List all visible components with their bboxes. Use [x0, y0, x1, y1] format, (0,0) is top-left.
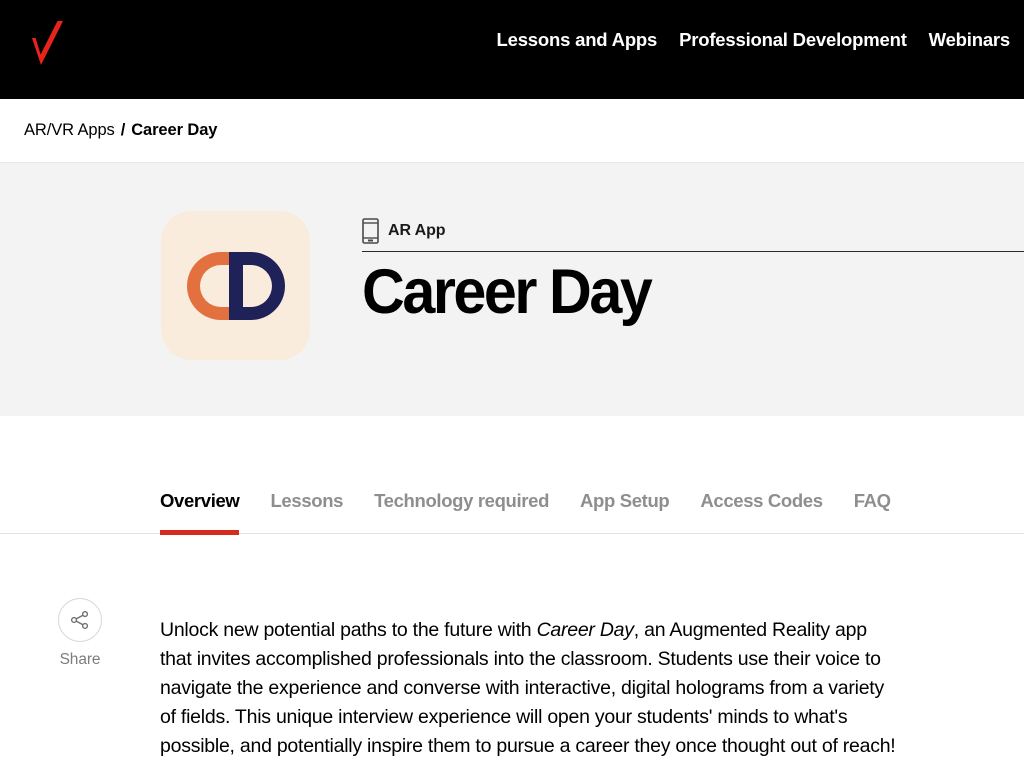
nav-link-lessons-and-apps[interactable]: Lessons and Apps [497, 30, 658, 50]
nav-link-webinars[interactable]: Webinars [929, 30, 1011, 50]
hero-divider [362, 251, 1024, 252]
nav-links: Lessons and Apps Professional Developmen… [497, 30, 1011, 50]
overview-paragraph: Unlock new potential paths to the future… [160, 616, 898, 761]
share-button[interactable]: Share [45, 598, 115, 669]
overview-app-name-emphasis: Career Day [536, 618, 634, 641]
top-navigation-bar: Lessons and Apps Professional Developmen… [0, 0, 1024, 99]
tab-overview[interactable]: Overview [160, 490, 240, 536]
breadcrumb: AR/VR Apps / Career Day [24, 121, 217, 140]
tab-faq[interactable]: FAQ [854, 490, 891, 535]
hero-text-block: AR App Career Day [362, 215, 1024, 367]
page-title: Career Day [362, 257, 653, 327]
mobile-phone-icon [362, 218, 379, 244]
share-icon-circle [58, 598, 102, 642]
breadcrumb-separator: / [120, 121, 126, 139]
tab-lessons[interactable]: Lessons [270, 490, 343, 535]
share-label: Share [59, 651, 101, 668]
overview-text-before-title: Unlock new potential paths to the future… [160, 618, 537, 641]
tab-access-codes[interactable]: Access Codes [700, 490, 823, 535]
nav-link-professional-development[interactable]: Professional Development [679, 30, 907, 50]
app-type-label: AR App [388, 222, 446, 239]
cd-monogram-icon [186, 251, 285, 320]
tab-bar: Overview Lessons Technology required App… [0, 490, 1024, 538]
tab-app-setup[interactable]: App Setup [580, 490, 670, 535]
hero-section: AR App Career Day [0, 162, 1024, 416]
breadcrumb-link-ar-vr-apps[interactable]: AR/VR Apps [24, 121, 115, 140]
tab-technology-required[interactable]: Technology required [374, 490, 549, 535]
career-day-app-icon [161, 211, 310, 360]
breadcrumb-band: AR/VR Apps / Career Day [0, 99, 1024, 162]
share-nodes-icon [70, 610, 89, 630]
page-root: Lessons and Apps Professional Developmen… [0, 0, 1024, 763]
tab-list: Overview Lessons Technology required App… [160, 490, 891, 536]
verizon-checkmark-icon [32, 21, 63, 65]
breadcrumb-current-page: Career Day [131, 121, 218, 139]
app-type-row: AR App [362, 215, 1024, 247]
verizon-checkmark-logo[interactable] [22, 18, 68, 70]
